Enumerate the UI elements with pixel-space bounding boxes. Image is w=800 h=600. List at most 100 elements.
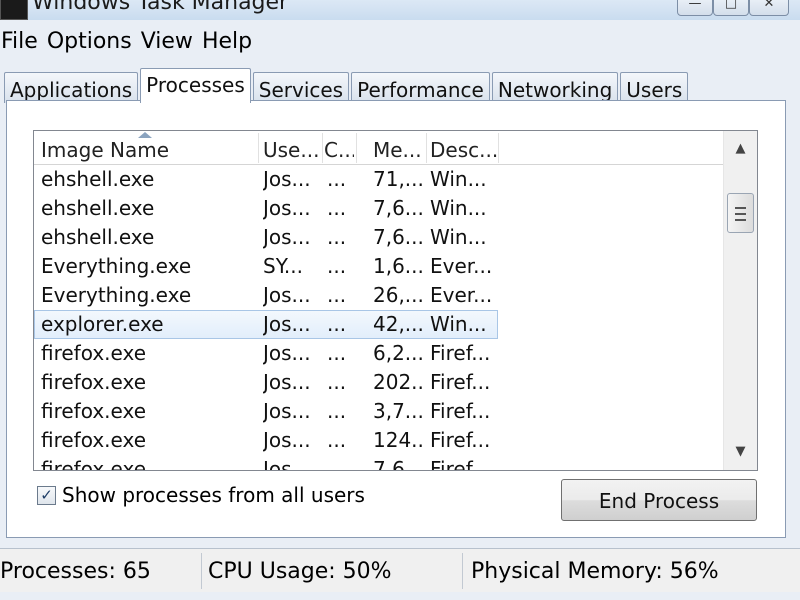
cell-user: Jos... (263, 341, 311, 365)
cell-user: Jos... (263, 167, 311, 191)
column-divider[interactable] (258, 133, 259, 163)
column-divider[interactable] (426, 133, 427, 163)
tab-users[interactable]: Users (620, 72, 689, 103)
scroll-down-arrow-icon[interactable]: ▼ (724, 438, 757, 466)
show-all-users-label[interactable]: Show processes from all users (62, 483, 365, 507)
grip-icon (735, 207, 746, 221)
cell-cpu: ... (327, 428, 347, 452)
cell-description: Win... (430, 196, 487, 220)
cell-cpu: ... (327, 254, 347, 278)
cell-image-name: Everything.exe (41, 254, 192, 278)
table-row[interactable]: Everything.exe Jos...... 26,... Ever... (34, 281, 724, 310)
table-row[interactable]: firefox.exe Jos...... 3,7... Firef... (34, 397, 724, 426)
tab-applications[interactable]: Applications (4, 72, 139, 103)
cell-memory: 6,2... (373, 341, 423, 365)
process-list[interactable]: Image Name Use... C... Me... Desc... ehs… (33, 130, 758, 471)
cell-image-name: firefox.exe (41, 399, 147, 423)
status-processes: Processes: 65 (0, 559, 151, 584)
task-manager-app-icon (0, 0, 28, 20)
show-all-users-checkbox[interactable]: ✓ (37, 485, 56, 505)
tab-processes[interactable]: Processes (140, 68, 251, 103)
show-all-users-option[interactable]: ✓ Show processes from all users (37, 482, 365, 508)
table-row[interactable]: ehshell.exe Jos...... 71,... Win... (34, 165, 724, 194)
cell-image-name: firefox.exe (41, 370, 147, 394)
column-header-user[interactable]: Use... (263, 131, 321, 164)
cell-user: Jos... (263, 399, 311, 423)
close-button[interactable]: ✕ (749, 0, 789, 16)
cell-image-name: ehshell.exe (41, 196, 155, 220)
tab-performance[interactable]: Performance (351, 72, 490, 103)
maximize-button[interactable]: □ (713, 0, 749, 16)
minimize-button[interactable]: — (677, 0, 713, 16)
status-physical-memory: Physical Memory: 56% (471, 559, 719, 584)
cell-cpu: ... (327, 399, 347, 423)
cell-description: Win... (430, 167, 487, 191)
cell-description: Ever... (430, 283, 493, 307)
cell-image-name: firefox.exe (41, 341, 147, 365)
cell-cpu: ... (327, 370, 347, 394)
window-title: Windows Task Manager (32, 0, 289, 15)
cell-memory: 3,7... (373, 399, 423, 423)
cell-image-name: ehshell.exe (41, 225, 155, 249)
scroll-thumb[interactable] (727, 193, 754, 233)
cell-memory: 7,6... (373, 225, 423, 249)
status-divider (201, 553, 202, 589)
cell-user: Jos... (263, 283, 311, 307)
cell-memory: 1,6... (373, 254, 423, 278)
cell-cpu: ... (327, 457, 347, 471)
cell-user: Jos... (263, 370, 311, 394)
cell-description: Firef... (430, 457, 491, 471)
table-row[interactable]: Everything.exe SY...... 1,6... Ever... (34, 252, 724, 281)
column-divider[interactable] (322, 133, 323, 163)
tab-strip: Applications Processes Services Performa… (4, 68, 690, 103)
column-header-cpu[interactable]: C... (324, 131, 354, 164)
table-row[interactable]: ehshell.exe Jos...... 7,6... Win... (34, 223, 724, 252)
cell-cpu: ... (327, 283, 347, 307)
cell-user: Jos... (263, 225, 311, 249)
cell-memory: 42,... (373, 312, 423, 336)
scroll-up-arrow-icon[interactable]: ▲ (724, 135, 757, 163)
cell-memory: 7,6... (373, 457, 423, 471)
cell-description: Firef... (430, 341, 491, 365)
menu-bar: File Options View Help (0, 24, 259, 60)
tab-networking[interactable]: Networking (491, 72, 619, 103)
cell-memory: 26,... (373, 283, 423, 307)
column-header-memory[interactable]: Me... (373, 131, 425, 164)
cell-user: Jos... (263, 196, 311, 220)
column-divider[interactable] (498, 133, 499, 163)
cell-cpu: ... (327, 196, 347, 220)
cell-memory: 202... (373, 370, 423, 394)
cell-description: Firef... (430, 428, 491, 452)
cell-user: SY... (263, 254, 303, 278)
column-divider[interactable] (356, 133, 357, 163)
process-rows: ehshell.exe Jos...... 71,... Win... ehshell.… (34, 165, 724, 471)
table-row[interactable]: firefox.exe Jos...... 6,2... Firef... (34, 339, 724, 368)
column-header-description[interactable]: Desc... (430, 131, 498, 164)
cell-cpu: ... (327, 167, 347, 191)
vertical-scrollbar[interactable]: ▲ ▼ (723, 131, 757, 470)
menu-help[interactable]: Help (200, 24, 259, 60)
status-divider (462, 553, 463, 589)
tab-services[interactable]: Services (252, 72, 350, 103)
table-row[interactable]: explorer.exe Jos...... 42,... Win... (34, 310, 498, 339)
table-row[interactable]: ehshell.exe Jos...... 7,6... Win... (34, 194, 724, 223)
title-bar: Windows Task Manager — □ ✕ (0, 0, 800, 20)
cell-description: Firef... (430, 370, 491, 394)
cell-memory: 7,6... (373, 196, 423, 220)
menu-options[interactable]: Options (45, 24, 139, 60)
column-header-image-name[interactable]: Image Name (41, 131, 259, 164)
cell-description: Win... (430, 312, 487, 336)
window-bottom-edge (0, 592, 800, 600)
cell-description: Win... (430, 225, 487, 249)
end-process-button[interactable]: End Process (561, 479, 757, 521)
cell-description: Firef... (430, 399, 491, 423)
table-row[interactable]: firefox.exe Jos...... 202... Firef... (34, 368, 724, 397)
cell-description: Ever... (430, 254, 493, 278)
cell-memory: 124... (373, 428, 423, 452)
cell-image-name: ehshell.exe (41, 167, 155, 191)
table-row[interactable]: firefox.exe Jos...... 7,6... Firef... (34, 455, 724, 471)
menu-view[interactable]: View (139, 24, 200, 60)
table-row[interactable]: firefox.exe Jos...... 124... Firef... (34, 426, 724, 455)
menu-file[interactable]: File (0, 24, 45, 60)
cell-memory: 71,... (373, 167, 423, 191)
